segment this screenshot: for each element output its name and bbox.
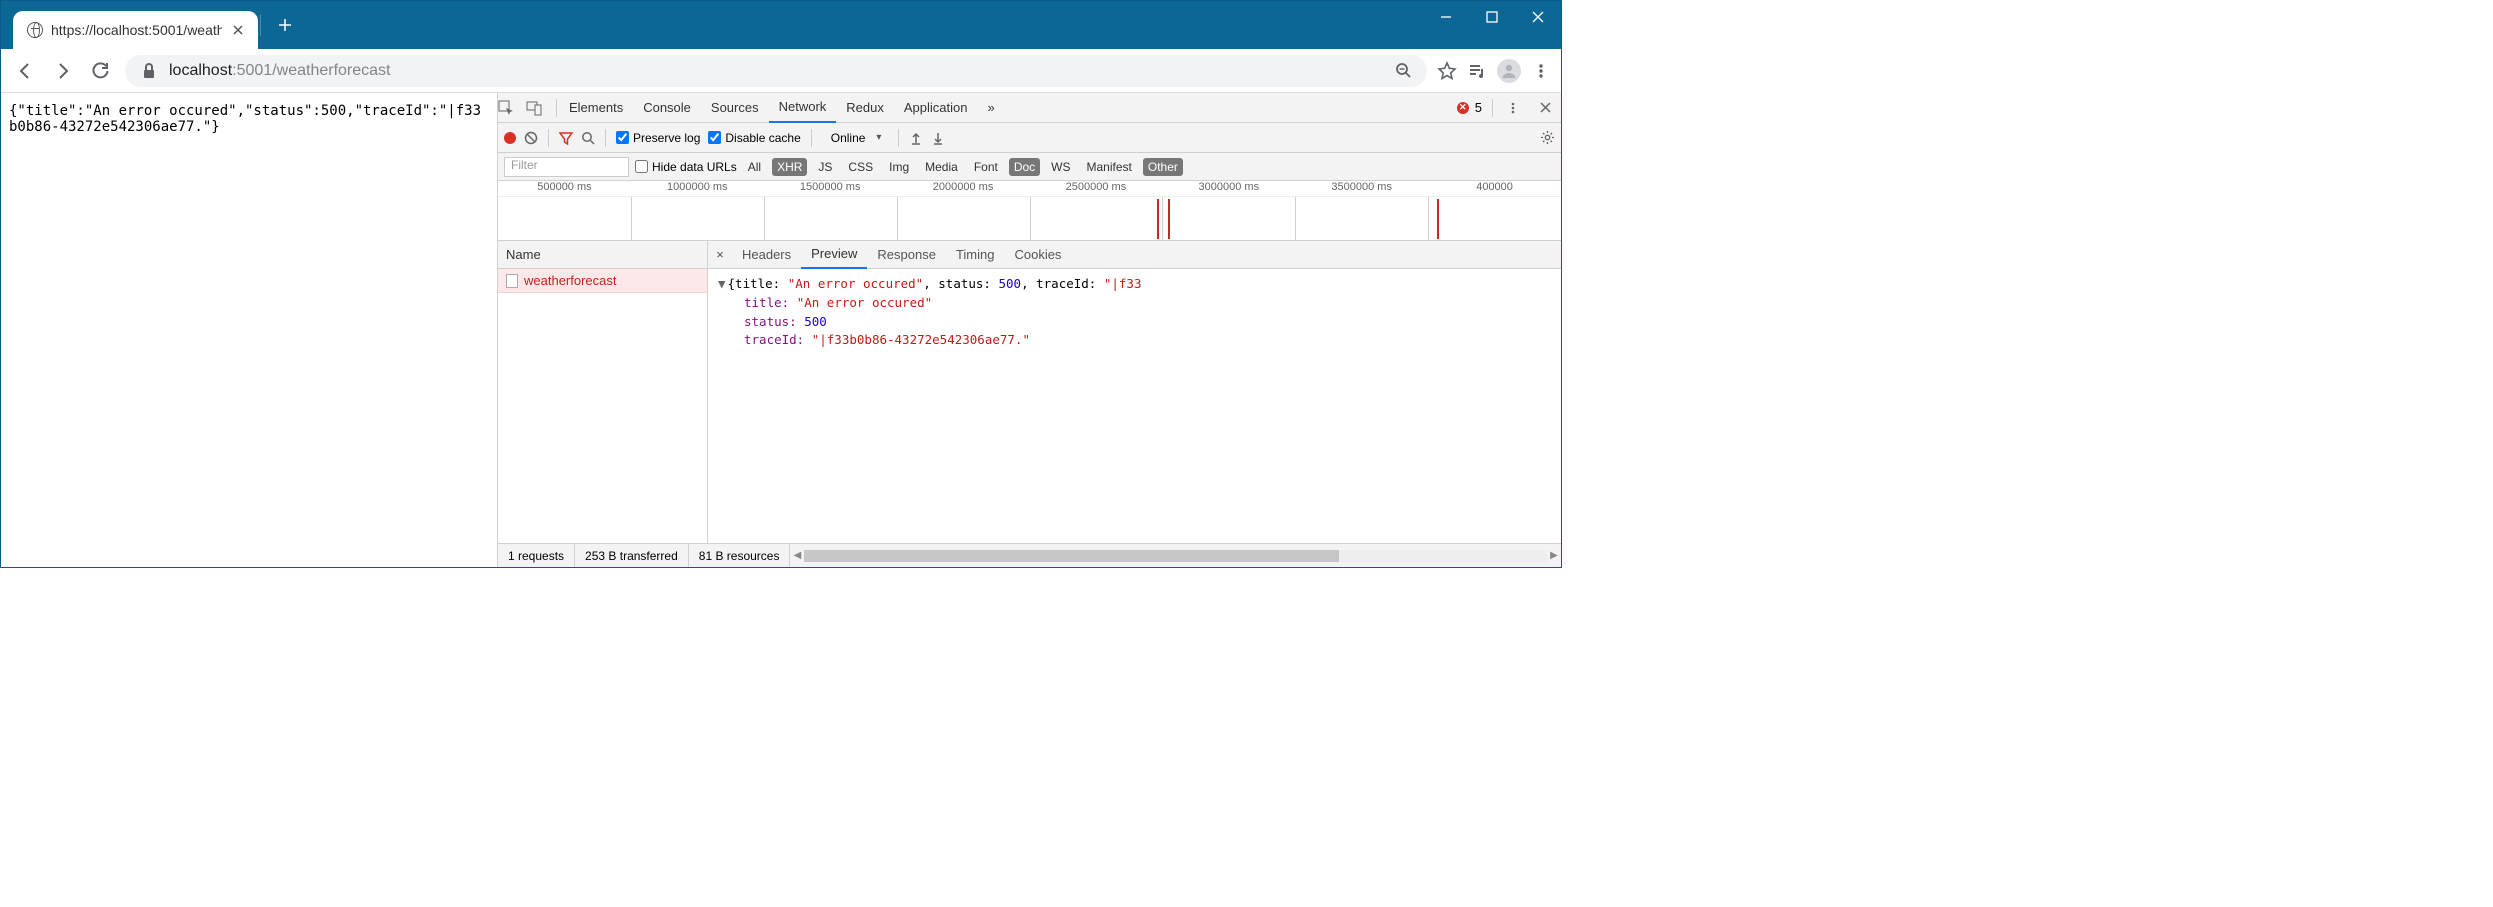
status-resources: 81 B resources [689,544,791,567]
tab-separator [260,14,261,36]
preserve-log-checkbox[interactable]: Preserve log [616,131,700,145]
tab-preview[interactable]: Preview [801,241,867,269]
status-requests: 1 requests [498,544,575,567]
window-maximize-button[interactable] [1469,1,1515,33]
preview-body: ▼{title: "An error occured", status: 500… [708,269,1561,543]
tab-more[interactable]: » [977,93,1004,123]
new-tab-button[interactable] [269,9,301,41]
back-button[interactable] [11,57,39,85]
tab-timing[interactable]: Timing [946,241,1005,269]
column-name-header[interactable]: Name [498,241,707,269]
filter-icon[interactable] [559,131,573,145]
filter-font[interactable]: Font [969,158,1003,176]
hide-data-urls-checkbox[interactable]: Hide data URLs [635,160,737,174]
clear-button[interactable] [524,131,538,145]
menu-button[interactable] [1531,61,1551,81]
filter-xhr[interactable]: XHR [772,158,807,176]
expand-icon[interactable]: ▼ [718,276,726,291]
search-icon[interactable] [581,131,595,145]
error-count: 5 [1475,100,1482,115]
detail-close-button[interactable]: × [708,247,732,262]
tab-close-button[interactable] [230,22,246,38]
forward-button[interactable] [49,57,77,85]
inspect-icon[interactable] [498,100,526,116]
disable-cache-checkbox[interactable]: Disable cache [708,131,800,145]
tab-headers[interactable]: Headers [732,241,801,269]
record-button[interactable] [504,132,516,144]
globe-icon [27,22,43,38]
filter-other[interactable]: Other [1143,158,1183,176]
tab-title: https://localhost:5001/weatherfo [51,22,222,38]
throttling-select[interactable]: Online [822,128,889,148]
request-row[interactable]: weatherforecast [498,269,707,293]
filter-manifest[interactable]: Manifest [1082,158,1137,176]
profile-avatar[interactable] [1497,59,1521,83]
filter-css[interactable]: CSS [843,158,878,176]
tab-cookies[interactable]: Cookies [1004,241,1071,269]
tab-console[interactable]: Console [633,93,701,123]
star-icon[interactable] [1437,61,1457,81]
lock-icon [139,61,159,81]
tab-network[interactable]: Network [769,93,837,123]
filter-media[interactable]: Media [920,158,963,176]
filter-row: Filter Hide data URLs All XHR JS CSS Img… [498,153,1561,181]
tab-elements[interactable]: Elements [559,93,633,123]
address-bar[interactable]: localhost:5001/weatherforecast [125,55,1427,87]
devtools-panel: Elements Console Sources Network Redux A… [497,93,1561,567]
filter-all[interactable]: All [743,158,766,176]
playlist-icon[interactable] [1467,61,1487,81]
settings-icon[interactable] [1540,130,1555,145]
filter-ws[interactable]: WS [1046,158,1075,176]
devtools-tabbar: Elements Console Sources Network Redux A… [498,93,1561,123]
devtools-menu-button[interactable] [1503,98,1523,118]
status-transferred: 253 B transferred [575,544,689,567]
browser-toolbar: localhost:5001/weatherforecast [1,49,1561,93]
request-detail: × Headers Preview Response Timing Cookie… [708,241,1561,543]
titlebar: https://localhost:5001/weatherfo [1,1,1561,49]
status-bar: 1 requests 253 B transferred 81 B resour… [498,543,1561,567]
document-icon [506,274,518,288]
tab-redux[interactable]: Redux [836,93,894,123]
zoom-icon[interactable] [1393,61,1413,81]
filter-img[interactable]: Img [884,158,914,176]
page-body: {"title":"An error occured","status":500… [1,93,497,567]
window-close-button[interactable] [1515,1,1561,33]
tab-response[interactable]: Response [867,241,946,269]
upload-icon[interactable] [909,131,923,145]
error-icon: ✕ [1457,102,1469,114]
browser-tab[interactable]: https://localhost:5001/weatherfo [13,11,258,49]
network-toolbar: Preserve log Disable cache Online [498,123,1561,153]
reload-button[interactable] [87,57,115,85]
tab-application[interactable]: Application [894,93,978,123]
filter-input[interactable]: Filter [504,157,629,177]
request-list: Name weatherforecast [498,241,708,543]
timeline[interactable]: 500000 ms 1000000 ms 1500000 ms 2000000 … [498,181,1561,241]
devtools-close-button[interactable] [1535,98,1555,118]
filter-doc[interactable]: Doc [1009,158,1040,176]
url-text: localhost:5001/weatherforecast [169,62,1383,80]
tab-sources[interactable]: Sources [701,93,769,123]
device-icon[interactable] [526,100,554,116]
window-minimize-button[interactable] [1423,1,1469,33]
download-icon[interactable] [931,131,945,145]
filter-js[interactable]: JS [813,158,837,176]
horizontal-scrollbar[interactable]: ◀ ▶ [790,549,1561,563]
